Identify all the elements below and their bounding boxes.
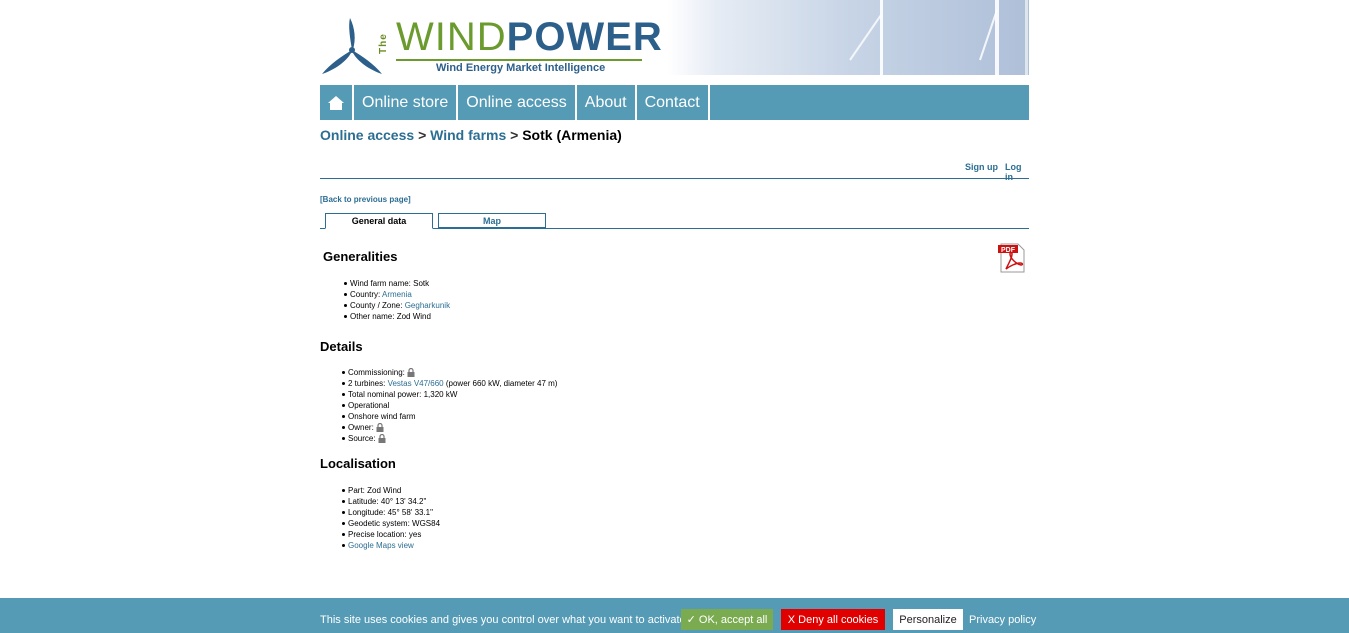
main-nav: Online store Online access About Contact bbox=[320, 85, 1029, 120]
tab-map[interactable]: Map bbox=[438, 213, 546, 228]
list-item: Part: Zod Wind bbox=[341, 485, 440, 496]
value: 1,320 kW bbox=[423, 390, 458, 399]
logo-power: POWER bbox=[506, 15, 663, 59]
label: Source: bbox=[348, 434, 378, 443]
privacy-policy-link[interactable]: Privacy policy bbox=[969, 614, 1036, 626]
label: 2 turbines: bbox=[348, 379, 388, 388]
nav-contact[interactable]: Contact bbox=[637, 85, 710, 120]
label: Latitude: bbox=[348, 497, 381, 506]
label: Owner: bbox=[348, 423, 377, 432]
country-link[interactable]: Armenia bbox=[382, 290, 412, 299]
label: Part: bbox=[348, 486, 368, 495]
deny-all-button[interactable]: X Deny all cookies bbox=[781, 609, 885, 630]
logo-underline bbox=[396, 59, 642, 61]
nav-online-store[interactable]: Online store bbox=[354, 85, 459, 120]
auth-bar: Sign up Log in bbox=[320, 162, 1029, 182]
cookie-text: This site uses cookies and gives you con… bbox=[320, 614, 686, 626]
label: Geodetic system: bbox=[348, 519, 413, 528]
rotor-icon bbox=[322, 18, 382, 74]
breadcrumb-current: Sotk (Armenia) bbox=[522, 127, 622, 143]
value: Zod Wind bbox=[367, 486, 402, 495]
label: Precise location: bbox=[348, 530, 409, 539]
logo-tagline: Wind Energy Market Intelligence bbox=[436, 62, 606, 74]
label: Commissioning: bbox=[348, 368, 408, 377]
list-item: Google Maps view bbox=[341, 540, 440, 551]
label: Longitude: bbox=[348, 508, 388, 517]
google-maps-link[interactable]: Google Maps view bbox=[348, 541, 414, 550]
lock-icon bbox=[376, 423, 384, 433]
logo-wind: WIND bbox=[396, 15, 507, 59]
turbine-image bbox=[849, 0, 1028, 75]
label: County / Zone: bbox=[350, 301, 405, 310]
list-item: Latitude: 40° 13' 34.2" bbox=[341, 496, 440, 507]
signup-link[interactable]: Sign up bbox=[965, 162, 998, 172]
list-item: Onshore wind farm bbox=[341, 411, 557, 422]
svg-text:PDF: PDF bbox=[1001, 247, 1016, 254]
list-item: County / Zone: Gegharkunik bbox=[343, 300, 450, 311]
details-list: Commissioning: 2 turbines: Vestas V47/66… bbox=[320, 367, 557, 444]
value: 40° 13' 34.2" bbox=[380, 497, 427, 506]
value: 45° 58' 33.1" bbox=[387, 508, 433, 517]
logo-the: The bbox=[378, 33, 389, 54]
localisation-list: Part: Zod Wind Latitude: 40° 13' 34.2" L… bbox=[320, 485, 440, 551]
generalities-heading: Generalities bbox=[323, 249, 398, 264]
value: Onshore wind farm bbox=[348, 412, 416, 421]
list-item: Geodetic system: WGS84 bbox=[341, 518, 441, 529]
label: Wind farm name: bbox=[350, 279, 414, 288]
value: Zod Wind bbox=[396, 312, 431, 321]
list-item: Country: Armenia bbox=[343, 289, 450, 300]
personalize-button[interactable]: Personalize bbox=[893, 609, 963, 630]
breadcrumb-separator: > bbox=[510, 127, 519, 143]
tab-general-data[interactable]: General data bbox=[325, 213, 433, 229]
back-link[interactable]: [Back to previous page] bbox=[320, 195, 411, 204]
value: Sotk bbox=[413, 279, 430, 288]
nav-online-access[interactable]: Online access bbox=[458, 85, 577, 120]
home-icon bbox=[328, 95, 344, 110]
label: Other name: bbox=[350, 312, 397, 321]
localisation-heading: Localisation bbox=[320, 456, 396, 471]
value: WGS84 bbox=[412, 519, 441, 528]
label: Country: bbox=[350, 290, 383, 299]
breadcrumb-separator: > bbox=[418, 127, 427, 143]
page-content: The WINDPOWER Wind Energy Market Intelli… bbox=[320, 0, 1029, 550]
details-heading: Details bbox=[320, 339, 363, 354]
site-logo[interactable]: The WINDPOWER Wind Energy Market Intelli… bbox=[320, 14, 662, 75]
value: yes bbox=[408, 530, 422, 539]
pdf-icon[interactable]: PDF bbox=[998, 243, 1026, 273]
label: Total nominal power: bbox=[348, 390, 424, 399]
list-item: 2 turbines: Vestas V47/660 (power 660 kW… bbox=[341, 378, 558, 389]
list-item: Operational bbox=[341, 400, 557, 411]
breadcrumb-online-access[interactable]: Online access bbox=[320, 127, 414, 143]
list-item: Source: bbox=[341, 433, 557, 444]
header-banner: The WINDPOWER Wind Energy Market Intelli… bbox=[320, 0, 1029, 75]
nav-home[interactable] bbox=[320, 85, 354, 120]
list-item: Owner: bbox=[341, 422, 557, 433]
nav-about[interactable]: About bbox=[577, 85, 637, 120]
value: Operational bbox=[348, 401, 390, 410]
list-item: Longitude: 45° 58' 33.1" bbox=[341, 507, 440, 518]
lock-icon bbox=[378, 434, 386, 444]
list-item: Total nominal power: 1,320 kW bbox=[341, 389, 557, 400]
list-item: Wind farm name: Sotk bbox=[343, 278, 450, 289]
list-item: Commissioning: bbox=[341, 367, 557, 378]
breadcrumb-wind-farms[interactable]: Wind farms bbox=[430, 127, 506, 143]
list-item: Other name: Zod Wind bbox=[343, 311, 450, 322]
breadcrumb: Online access > Wind farms > Sotk (Armen… bbox=[320, 127, 622, 143]
turbine-model-link[interactable]: Vestas V47/660 bbox=[388, 379, 444, 388]
zone-link[interactable]: Gegharkunik bbox=[405, 301, 450, 310]
value: (power 660 kW, diameter 47 m) bbox=[443, 379, 558, 388]
logo-wordmark: WINDPOWER bbox=[396, 14, 663, 60]
lock-icon bbox=[407, 368, 415, 378]
generalities-list: Wind farm name: Sotk Country: Armenia Co… bbox=[322, 278, 450, 322]
accept-all-button[interactable]: ✓ OK, accept all bbox=[681, 609, 773, 630]
list-item: Precise location: yes bbox=[341, 529, 440, 540]
login-link[interactable]: Log in bbox=[1005, 162, 1029, 182]
